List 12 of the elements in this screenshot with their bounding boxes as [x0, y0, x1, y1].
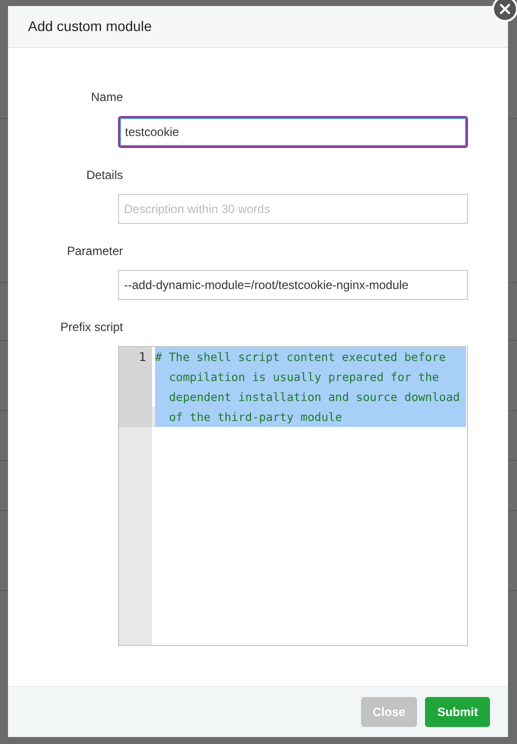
field-label: Name	[90, 89, 123, 106]
text-field[interactable]: Description within 30 words	[118, 194, 468, 224]
code-editor[interactable]: 1 # The shell script content executed before compilation is usually prepared for the dependent installation and source download of the third-party module	[118, 346, 468, 646]
text-field[interactable]: --add-dynamic-module=/root/testcookie-nginx-module	[118, 270, 468, 300]
field-label: Details	[85, 167, 123, 184]
text-field[interactable]: testcookie	[118, 116, 468, 148]
field-label: Parameter	[66, 243, 123, 260]
code-comment: # The shell script content executed before compilation is usually prepared for the dependent installation and source download of the third-party module	[155, 347, 466, 427]
close-icon[interactable]	[492, 0, 517, 22]
field-label: Prefix script	[59, 319, 123, 336]
dialog-title: Add custom module	[28, 17, 152, 36]
line-number: 1	[138, 350, 146, 364]
